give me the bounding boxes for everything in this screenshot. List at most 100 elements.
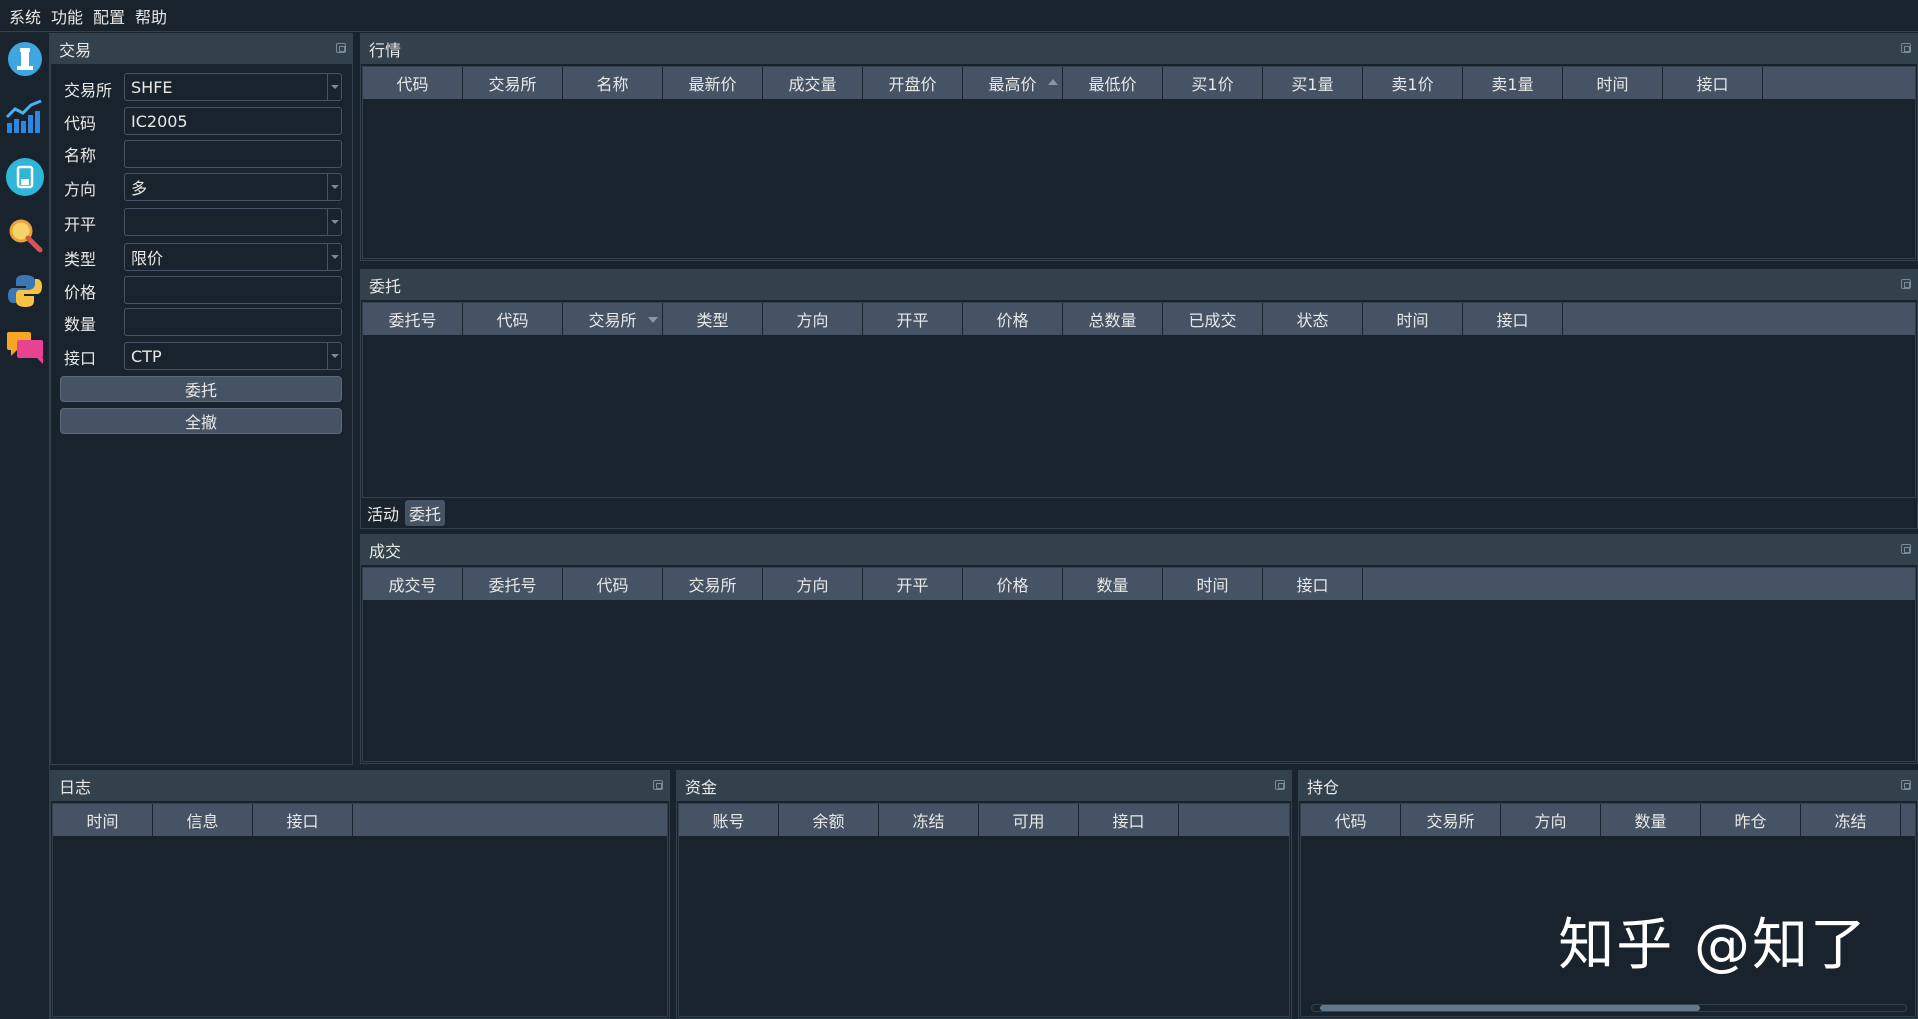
chat-icon[interactable] bbox=[3, 325, 47, 369]
column-header[interactable]: 总数量 bbox=[1063, 303, 1163, 335]
column-header[interactable]: 卖1量 bbox=[1463, 67, 1563, 99]
database-icon[interactable] bbox=[3, 155, 47, 199]
menu-help[interactable]: 帮助 bbox=[130, 4, 172, 28]
column-header[interactable]: 价格 bbox=[963, 303, 1063, 335]
order-table[interactable]: 委托号 代码 交易所 类型 方向 开平 价格 总数量 已成交 状态 时间 接口 bbox=[362, 302, 1916, 498]
tick-table[interactable]: 代码 交易所 名称 最新价 成交量 开盘价 最高价 最低价 买1价 买1量 卖1… bbox=[362, 66, 1916, 259]
column-header[interactable]: 交易所 bbox=[463, 67, 563, 99]
column-header[interactable]: 买1量 bbox=[1263, 67, 1363, 99]
column-header[interactable]: 委托号 bbox=[463, 568, 563, 600]
menu-config[interactable]: 配置 bbox=[88, 4, 130, 28]
chevron-down-icon[interactable] bbox=[327, 343, 341, 369]
exchange-combo[interactable]: SHFE bbox=[124, 73, 342, 101]
column-header-sorted[interactable]: 交易所 bbox=[563, 303, 663, 335]
column-header[interactable]: 时间 bbox=[53, 804, 153, 836]
column-header[interactable]: 时间 bbox=[1163, 568, 1263, 600]
symbol-input[interactable] bbox=[124, 107, 342, 135]
tab-active-orders[interactable]: 活动 bbox=[362, 500, 404, 526]
column-header[interactable]: 代码 bbox=[1301, 804, 1401, 836]
label-volume: 数量 bbox=[64, 315, 97, 334]
order-type-combo[interactable]: 限价 bbox=[124, 243, 342, 271]
column-header[interactable]: 接口 bbox=[1663, 67, 1763, 99]
column-header[interactable]: 代码 bbox=[463, 303, 563, 335]
name-input[interactable] bbox=[124, 140, 342, 168]
gateway-combo[interactable]: CTP bbox=[124, 342, 342, 370]
horizontal-scrollbar[interactable] bbox=[1311, 1004, 1907, 1012]
chevron-down-icon[interactable] bbox=[327, 244, 341, 270]
chart-icon[interactable] bbox=[3, 95, 47, 139]
float-icon[interactable] bbox=[1275, 780, 1285, 790]
column-header[interactable]: 冻结 bbox=[1801, 804, 1901, 836]
direction-combo[interactable]: 多 bbox=[124, 173, 342, 201]
column-header[interactable]: 方向 bbox=[763, 568, 863, 600]
column-header[interactable]: 卖1价 bbox=[1363, 67, 1463, 99]
float-icon[interactable] bbox=[1901, 43, 1911, 53]
column-header[interactable]: 代码 bbox=[363, 67, 463, 99]
column-header[interactable]: 开盘价 bbox=[863, 67, 963, 99]
search-icon[interactable] bbox=[3, 213, 47, 257]
column-header[interactable]: 交易所 bbox=[663, 568, 763, 600]
column-header[interactable]: 接口 bbox=[1263, 568, 1363, 600]
tab-all-orders[interactable]: 委托 bbox=[405, 500, 445, 526]
trade-record-table[interactable]: 成交号 委托号 代码 交易所 方向 开平 价格 数量 时间 接口 bbox=[362, 567, 1916, 762]
account-table[interactable]: 账号 余额 冻结 可用 接口 bbox=[678, 803, 1290, 1017]
column-header[interactable]: 代码 bbox=[563, 568, 663, 600]
log-panel-title: 日志 bbox=[51, 771, 669, 801]
column-header[interactable]: 成交号 bbox=[363, 568, 463, 600]
order-panel-title: 委托 bbox=[361, 270, 1917, 300]
column-header[interactable]: 类型 bbox=[663, 303, 763, 335]
column-header[interactable]: 委托号 bbox=[363, 303, 463, 335]
chevron-down-icon[interactable] bbox=[327, 174, 341, 200]
column-header[interactable]: 价格 bbox=[963, 568, 1063, 600]
column-header[interactable]: 已成交 bbox=[1163, 303, 1263, 335]
float-icon[interactable] bbox=[1901, 780, 1911, 790]
column-header[interactable]: 接口 bbox=[1079, 804, 1179, 836]
log-panel-title-text: 日志 bbox=[59, 778, 92, 797]
log-table[interactable]: 时间 信息 接口 bbox=[52, 803, 668, 1017]
column-header[interactable]: 开平 bbox=[863, 568, 963, 600]
menu-system[interactable]: 系统 bbox=[4, 4, 46, 28]
column-header[interactable]: 余额 bbox=[779, 804, 879, 836]
column-header[interactable]: 最低价 bbox=[1063, 67, 1163, 99]
column-header[interactable]: 交易所 bbox=[1401, 804, 1501, 836]
float-icon[interactable] bbox=[336, 43, 346, 53]
float-icon[interactable] bbox=[1901, 279, 1911, 289]
column-header[interactable]: 信息 bbox=[153, 804, 253, 836]
column-header[interactable]: 买1价 bbox=[1163, 67, 1263, 99]
column-header[interactable]: 时间 bbox=[1363, 303, 1463, 335]
price-input[interactable] bbox=[124, 276, 342, 304]
float-icon[interactable] bbox=[653, 780, 663, 790]
column-header[interactable]: 方向 bbox=[1501, 804, 1601, 836]
column-header[interactable]: 成交量 bbox=[763, 67, 863, 99]
chevron-down-icon[interactable] bbox=[327, 74, 341, 100]
column-header-sorted[interactable]: 最高价 bbox=[963, 67, 1063, 99]
column-header[interactable]: 昨仓 bbox=[1701, 804, 1801, 836]
python-icon[interactable] bbox=[3, 269, 47, 313]
column-header[interactable]: 账号 bbox=[679, 804, 779, 836]
send-order-button[interactable]: 委托 bbox=[60, 376, 342, 402]
column-header[interactable]: 方向 bbox=[763, 303, 863, 335]
account-panel-title-text: 资金 bbox=[685, 778, 718, 797]
column-header[interactable]: 数量 bbox=[1063, 568, 1163, 600]
trading-icon[interactable] bbox=[3, 37, 47, 81]
column-header[interactable]: 时间 bbox=[1563, 67, 1663, 99]
column-header[interactable]: 开平 bbox=[863, 303, 963, 335]
column-header[interactable]: 最新价 bbox=[663, 67, 763, 99]
column-header[interactable]: 接口 bbox=[253, 804, 353, 836]
tick-table-header: 代码 交易所 名称 最新价 成交量 开盘价 最高价 最低价 买1价 买1量 卖1… bbox=[363, 67, 1915, 99]
column-header[interactable]: 数量 bbox=[1601, 804, 1701, 836]
column-header[interactable]: 接口 bbox=[1463, 303, 1563, 335]
watermark: 知乎 @知了 bbox=[1558, 913, 1868, 978]
cancel-all-button[interactable]: 全撤 bbox=[60, 408, 342, 434]
column-header[interactable]: 状态 bbox=[1263, 303, 1363, 335]
offset-combo[interactable] bbox=[124, 208, 342, 236]
scrollbar-handle[interactable] bbox=[1320, 1005, 1700, 1011]
chevron-down-icon[interactable] bbox=[327, 209, 341, 235]
column-header[interactable]: 名称 bbox=[563, 67, 663, 99]
label-order-type: 类型 bbox=[64, 250, 97, 269]
float-icon[interactable] bbox=[1901, 544, 1911, 554]
column-header[interactable]: 冻结 bbox=[879, 804, 979, 836]
column-header[interactable]: 可用 bbox=[979, 804, 1079, 836]
volume-input[interactable] bbox=[124, 308, 342, 336]
menu-function[interactable]: 功能 bbox=[46, 4, 88, 28]
